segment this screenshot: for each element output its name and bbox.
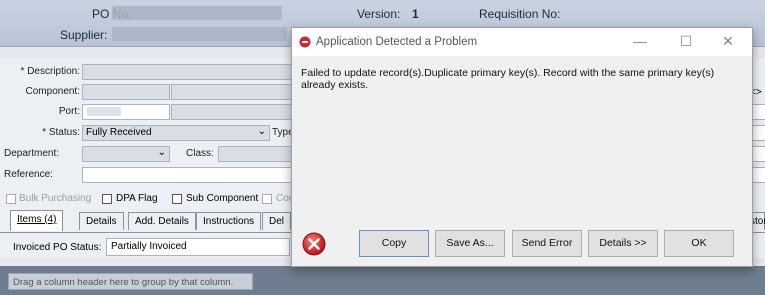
class-select[interactable] (218, 146, 294, 162)
sub-component-label: Sub Component (186, 193, 259, 204)
tab-add-details[interactable]: Add. Details (128, 212, 196, 230)
port-name-field[interactable] (171, 104, 294, 120)
description-field[interactable] (82, 64, 294, 80)
dpa-flag-label: DPA Flag (116, 193, 158, 204)
dialog-message: Failed to update record(s).Duplicate pri… (301, 67, 715, 91)
reference-field[interactable] (82, 167, 294, 183)
requisition-label: Requisition No: (479, 7, 561, 21)
cor-checkbox[interactable] (262, 194, 272, 204)
dialog-titlebar[interactable]: Application Detected a Problem — ☐ ✕ (292, 28, 752, 56)
component-label: Component: (25, 86, 80, 97)
po-no-value (112, 6, 282, 20)
error-dialog: Application Detected a Problem — ☐ ✕ Fai… (291, 27, 753, 267)
invoiced-status-field[interactable]: Partially Invoiced (106, 238, 290, 256)
tab-items[interactable]: Items (4) (10, 210, 64, 231)
details-button[interactable]: Details >> (588, 230, 658, 257)
tab-delivery[interactable]: Del (262, 212, 292, 230)
save-as-button[interactable]: Save As... (435, 230, 505, 257)
ok-button[interactable]: OK (664, 230, 734, 257)
dpa-flag-checkbox[interactable] (102, 194, 112, 204)
copy-button[interactable]: Copy (359, 230, 429, 257)
error-icon (299, 36, 311, 48)
supplier-label: Supplier: (60, 28, 108, 42)
right-edge-field (752, 125, 765, 141)
error-icon (302, 232, 326, 256)
maximize-icon[interactable]: ☐ (674, 33, 698, 50)
right-edge-field (752, 146, 765, 162)
department-select[interactable]: ⌄ (82, 146, 170, 162)
group-hint: Drag a column header here to group by th… (8, 273, 253, 290)
version-label: Version: (357, 7, 401, 21)
supplier-value (112, 27, 287, 41)
department-label: Department: (4, 148, 60, 159)
invoiced-status-label: Invoiced PO Status: (13, 242, 102, 253)
description-label: * Description: (20, 66, 80, 77)
dialog-title: Application Detected a Problem (316, 36, 478, 48)
port-code-field[interactable] (82, 104, 170, 120)
status-value: Fully Received (86, 127, 152, 138)
component-code-field[interactable] (82, 84, 170, 100)
right-edge-field (752, 167, 765, 183)
port-label: Port: (58, 106, 80, 117)
status-select[interactable]: Fully Received ⌄ (82, 125, 270, 141)
version-value: 1 (412, 7, 419, 21)
send-error-button[interactable]: Send Error (512, 230, 582, 257)
chevron-down-icon: ⌄ (257, 126, 266, 137)
close-icon[interactable]: ✕ (716, 33, 740, 50)
cor-label: Cor (276, 193, 293, 204)
minimize-icon[interactable]: — (628, 33, 652, 49)
grid-group-panel: Drag a column header here to group by th… (0, 266, 765, 295)
component-name-field[interactable] (171, 84, 294, 100)
reference-label: Reference: (4, 169, 53, 180)
status-label: * Status: (42, 127, 80, 138)
tab-instructions[interactable]: Instructions (196, 212, 262, 230)
class-label: Class: (186, 148, 214, 159)
sub-component-checkbox[interactable] (172, 194, 182, 204)
right-edge-field (752, 104, 765, 120)
chevron-down-icon: ⌄ (157, 147, 166, 158)
tab-details[interactable]: Details (79, 212, 124, 230)
bulk-purchasing-label: Bulk Purchasing (19, 193, 92, 204)
bulk-purchasing-checkbox[interactable] (6, 194, 16, 204)
